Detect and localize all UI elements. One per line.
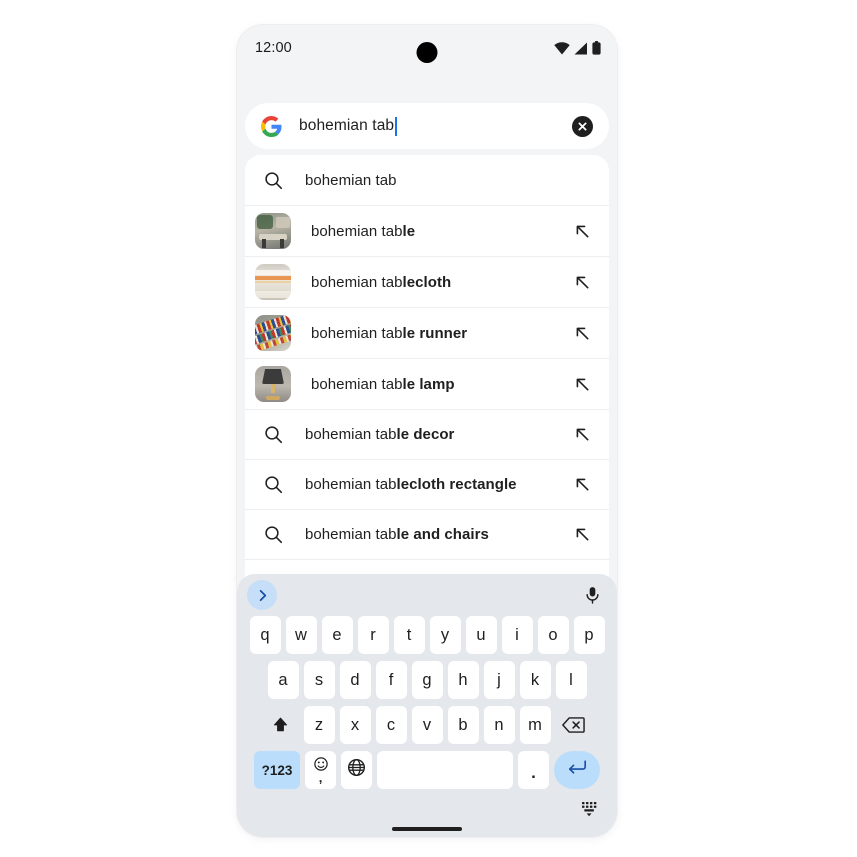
text-cursor bbox=[395, 116, 398, 136]
front-camera-punchhole bbox=[416, 42, 438, 63]
list-item-label: bohemian tablecloth rectangle bbox=[305, 476, 517, 493]
list-item[interactable]: bohemian table and chairs bbox=[245, 509, 609, 559]
search-icon bbox=[261, 168, 285, 192]
arrow-northwest-icon[interactable] bbox=[571, 220, 593, 242]
keyboard-toolbar bbox=[237, 574, 617, 616]
period-key[interactable]: . bbox=[518, 751, 549, 789]
key-q[interactable]: q bbox=[249, 616, 281, 654]
key-l[interactable]: l bbox=[555, 661, 587, 699]
key-w[interactable]: w bbox=[285, 616, 317, 654]
key-n[interactable]: n bbox=[483, 706, 515, 744]
list-item-label: bohemian table and chairs bbox=[305, 526, 489, 543]
suggestion-thumbnail bbox=[255, 213, 291, 249]
search-bar[interactable]: bohemian tab bbox=[245, 103, 609, 149]
keyboard-row-1: q w e r t y u i o p bbox=[237, 616, 617, 654]
search-icon bbox=[261, 423, 285, 447]
key-o[interactable]: o bbox=[537, 616, 569, 654]
key-x[interactable]: x bbox=[339, 706, 371, 744]
suggestion-thumbnail bbox=[255, 315, 291, 351]
key-s[interactable]: s bbox=[303, 661, 335, 699]
arrow-northwest-icon[interactable] bbox=[571, 524, 593, 546]
key-i[interactable]: i bbox=[501, 616, 533, 654]
key-a[interactable]: a bbox=[267, 661, 299, 699]
key-v[interactable]: v bbox=[411, 706, 443, 744]
arrow-northwest-icon[interactable] bbox=[571, 474, 593, 496]
home-indicator[interactable] bbox=[392, 827, 462, 831]
status-bar-time: 12:00 bbox=[255, 40, 292, 56]
keyboard-row-2: a s d f g h j k l bbox=[237, 661, 617, 699]
key-c[interactable]: c bbox=[375, 706, 407, 744]
list-item[interactable]: bohemian table lamp bbox=[245, 358, 609, 409]
chevron-right-icon[interactable] bbox=[247, 580, 277, 610]
list-item-label: bohemian table lamp bbox=[311, 375, 455, 393]
symbols-key[interactable]: ?123 bbox=[254, 751, 300, 789]
space-key[interactable] bbox=[377, 751, 513, 789]
list-item[interactable]: bohemian tablecloth bbox=[245, 256, 609, 307]
enter-key[interactable] bbox=[554, 751, 600, 789]
key-e[interactable]: e bbox=[321, 616, 353, 654]
list-item-label: bohemian table bbox=[311, 222, 416, 240]
search-input[interactable]: bohemian tab bbox=[299, 103, 572, 149]
google-g-logo bbox=[261, 115, 282, 137]
key-g[interactable]: g bbox=[411, 661, 443, 699]
comma-label: , bbox=[318, 770, 323, 785]
arrow-northwest-icon[interactable] bbox=[571, 424, 593, 446]
suggestion-thumbnail bbox=[255, 366, 291, 402]
screenshot-root: 12:00 bohemian tab bohemian tab bohemian… bbox=[0, 0, 857, 857]
microphone-icon[interactable] bbox=[581, 584, 603, 606]
keyboard-row-3: z x c v b n m bbox=[237, 706, 617, 744]
backspace-icon[interactable] bbox=[556, 706, 592, 744]
list-item-label: bohemian table decor bbox=[305, 426, 455, 443]
globe-key[interactable] bbox=[341, 751, 372, 789]
wifi-icon bbox=[554, 41, 570, 55]
status-bar-icons bbox=[554, 41, 601, 55]
list-item[interactable]: bohemian tablecloth rectangle bbox=[245, 459, 609, 509]
key-j[interactable]: j bbox=[483, 661, 515, 699]
globe-icon bbox=[347, 758, 366, 782]
key-z[interactable]: z bbox=[303, 706, 335, 744]
key-h[interactable]: h bbox=[447, 661, 479, 699]
status-bar: 12:00 bbox=[237, 25, 617, 77]
phone-frame: 12:00 bohemian tab bohemian tab bohemian… bbox=[237, 25, 617, 837]
battery-icon bbox=[592, 41, 601, 55]
enter-icon bbox=[567, 759, 587, 781]
key-b[interactable]: b bbox=[447, 706, 479, 744]
list-item[interactable]: bohemian table decor bbox=[245, 409, 609, 459]
trail-spacer bbox=[571, 169, 593, 191]
search-query-text: bohemian tab bbox=[299, 117, 395, 134]
shift-icon[interactable] bbox=[263, 706, 299, 744]
key-k[interactable]: k bbox=[519, 661, 551, 699]
onscreen-keyboard: q w e r t y u i o p a s d f g h j k l z … bbox=[237, 574, 617, 837]
suggestion-list: bohemian tab bohemian table bohemian tab… bbox=[245, 155, 609, 590]
search-icon bbox=[261, 523, 285, 547]
arrow-northwest-icon[interactable] bbox=[571, 322, 593, 344]
key-u[interactable]: u bbox=[465, 616, 497, 654]
suggestion-thumbnail bbox=[255, 264, 291, 300]
key-y[interactable]: y bbox=[429, 616, 461, 654]
clear-icon[interactable] bbox=[572, 115, 593, 137]
arrow-northwest-icon[interactable] bbox=[571, 271, 593, 293]
list-item[interactable]: bohemian table runner bbox=[245, 307, 609, 358]
search-icon bbox=[261, 473, 285, 497]
list-item[interactable]: bohemian tab bbox=[245, 155, 609, 205]
list-item-label: bohemian tab bbox=[305, 171, 397, 189]
key-r[interactable]: r bbox=[357, 616, 389, 654]
list-item-label: bohemian tablecloth bbox=[311, 273, 452, 291]
list-item[interactable]: bohemian table bbox=[245, 205, 609, 256]
keyboard-row-4: ?123 , . bbox=[237, 751, 617, 789]
key-p[interactable]: p bbox=[573, 616, 605, 654]
list-item-label: bohemian table runner bbox=[311, 324, 468, 342]
signal-icon bbox=[574, 42, 588, 55]
key-m[interactable]: m bbox=[519, 706, 551, 744]
key-f[interactable]: f bbox=[375, 661, 407, 699]
keyboard-bottom-bar bbox=[237, 796, 617, 837]
keyboard-dismiss-icon[interactable] bbox=[580, 800, 600, 818]
key-d[interactable]: d bbox=[339, 661, 371, 699]
emoji-key[interactable]: , bbox=[305, 751, 336, 789]
key-t[interactable]: t bbox=[393, 616, 425, 654]
arrow-northwest-icon[interactable] bbox=[571, 373, 593, 395]
